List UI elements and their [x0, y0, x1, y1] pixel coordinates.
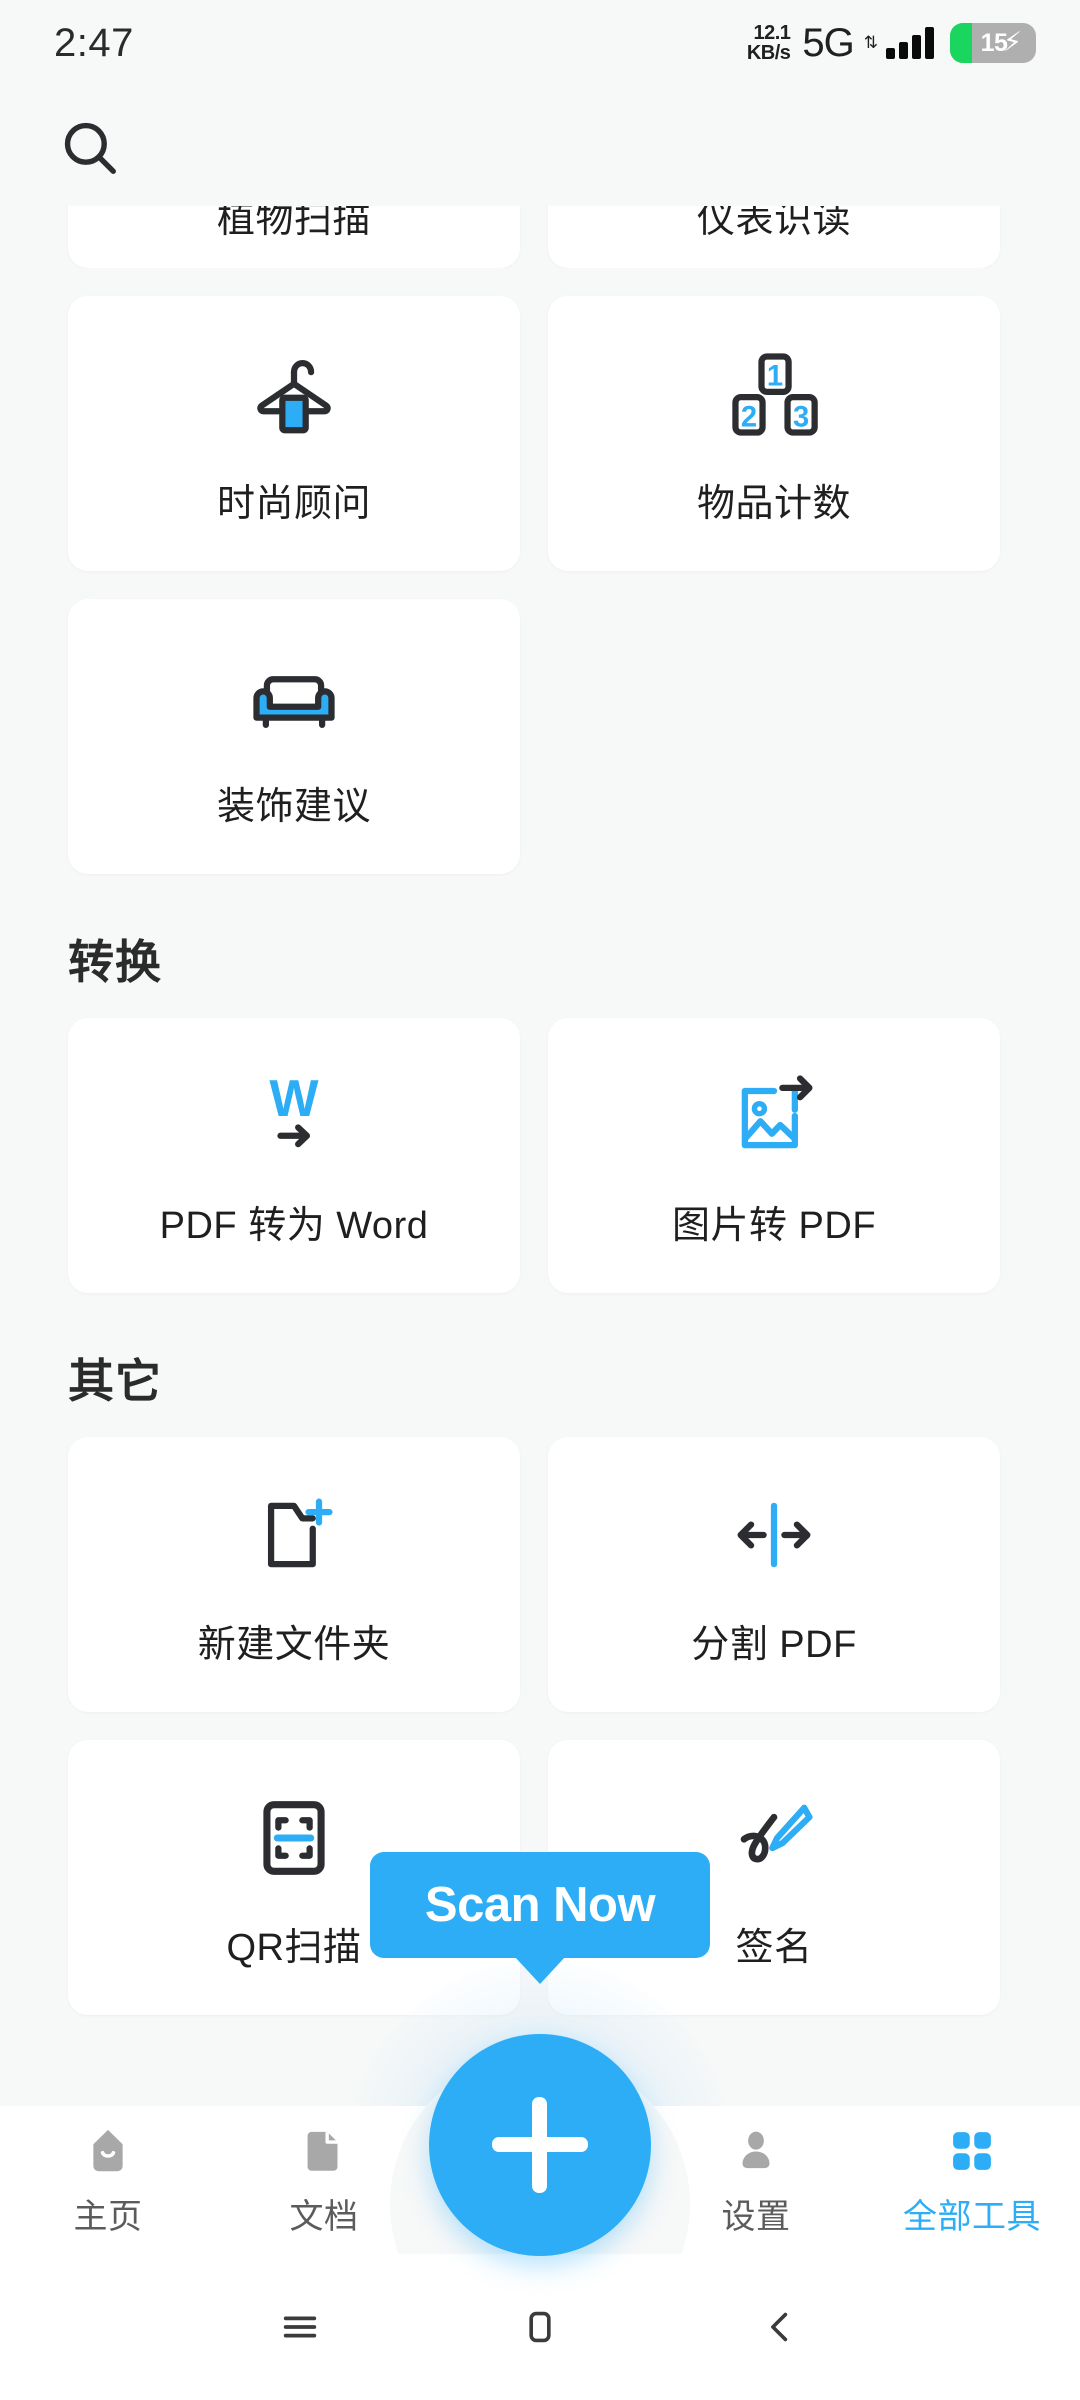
network-speed: 12.1 KB/s — [747, 23, 791, 63]
tool-label: 仪表识读 — [696, 206, 851, 241]
tool-card-image-to-pdf[interactable]: 图片转 PDF — [548, 1018, 1000, 1293]
nav-label: 全部工具 — [903, 2197, 1041, 2236]
add-scan-fab[interactable] — [429, 2034, 651, 2256]
tool-card-split-pdf[interactable]: 分割 PDF — [548, 1437, 1000, 1712]
network-type-label: 5G — [802, 20, 854, 65]
back-chevron-icon — [771, 2312, 788, 2342]
person-icon — [729, 2123, 783, 2179]
search-button[interactable] — [42, 100, 138, 196]
app-root: 2:47 12.1 KB/s 5G ⇅ 15 ⚡ 植物扫描 仪表识读 时尚顾问 … — [0, 0, 1080, 2400]
data-transfer-icon: ⇅ — [863, 33, 878, 52]
svg-text:W: W — [269, 1070, 319, 1128]
convert-grid: W PDF 转为 Word 图片转 PDF — [0, 1018, 1080, 1293]
qr-scan-icon — [244, 1784, 344, 1892]
nav-item-all-tools[interactable]: 全部工具 — [864, 2123, 1080, 2238]
home-button[interactable] — [480, 2277, 600, 2377]
signature-icon — [724, 1784, 824, 1892]
tools-scroll-area[interactable]: 植物扫描 仪表识读 时尚顾问 1 2 3 物品计数 装饰建议 转换 W PDF … — [0, 206, 1080, 2140]
recents-button[interactable] — [240, 2277, 360, 2377]
scan-now-tooltip[interactable]: Scan Now — [370, 1852, 710, 1958]
nav-label: 文档 — [289, 2197, 359, 2236]
search-icon — [64, 122, 116, 174]
tool-card-fashion-advisor[interactable]: 时尚顾问 — [68, 296, 520, 571]
status-bar: 2:47 12.1 KB/s 5G ⇅ 15 ⚡ — [0, 0, 1080, 86]
section-title-other: 其它 — [68, 1355, 162, 1407]
tool-card-decoration-advice[interactable]: 装饰建议 — [68, 599, 520, 874]
new-folder-icon — [244, 1481, 344, 1589]
svg-text:3: 3 — [793, 401, 809, 433]
status-clock: 2:47 — [54, 20, 134, 65]
nav-item-settings[interactable]: 设置 — [648, 2123, 864, 2238]
clothes-hanger-icon — [244, 340, 344, 448]
image-to-pdf-icon — [724, 1062, 824, 1170]
scan-now-tooltip-label: Scan Now — [424, 1878, 656, 1932]
clipped-tool-row: 植物扫描 仪表识读 — [0, 206, 1080, 268]
sofa-icon — [244, 643, 344, 751]
recents-icon — [283, 2316, 317, 2338]
home-icon — [81, 2123, 135, 2179]
tool-label: 植物扫描 — [216, 206, 371, 241]
word-convert-icon: W — [244, 1062, 344, 1170]
tool-card-item-counting[interactable]: 1 2 3 物品计数 — [548, 296, 1000, 571]
nav-item-documents[interactable]: 文档 — [216, 2123, 432, 2238]
tool-label: 新建文件夹 — [197, 1624, 391, 1666]
tool-label: 时尚顾问 — [216, 483, 371, 525]
tool-label: 签名 — [735, 1927, 813, 1969]
tool-label: PDF 转为 Word — [159, 1205, 429, 1247]
battery-level-label: 15 — [980, 28, 1008, 57]
tool-label: 图片转 PDF — [671, 1205, 877, 1247]
plus-icon — [492, 2097, 588, 2193]
svg-text:2: 2 — [741, 401, 757, 433]
svg-text:1: 1 — [767, 361, 783, 393]
battery-icon: 15 ⚡ — [950, 23, 1036, 63]
section-title-convert: 转换 — [68, 936, 162, 988]
signal-strength-icon — [886, 27, 934, 59]
counting-blocks-icon: 1 2 3 — [724, 340, 824, 448]
grid-icon — [945, 2123, 999, 2179]
document-icon — [297, 2123, 351, 2179]
back-button[interactable] — [720, 2277, 840, 2377]
tool-card[interactable]: 植物扫描 — [68, 206, 520, 268]
ai-tools-grid: 时尚顾问 1 2 3 物品计数 装饰建议 — [0, 296, 1080, 874]
tool-card-pdf-to-word[interactable]: W PDF 转为 Word — [68, 1018, 520, 1293]
top-bar — [0, 86, 1080, 206]
android-system-nav — [0, 2254, 1080, 2400]
nav-label: 主页 — [73, 2197, 143, 2236]
nav-item-home[interactable]: 主页 — [0, 2123, 216, 2238]
charging-bolt-icon: ⚡ — [1003, 27, 1022, 57]
network-speed-value: 12.1 — [753, 22, 791, 44]
tool-label: QR扫描 — [226, 1927, 362, 1969]
nav-label: 设置 — [721, 2197, 791, 2236]
split-pdf-icon — [724, 1481, 824, 1589]
tool-label: 装饰建议 — [216, 786, 371, 828]
home-square-icon — [529, 2311, 551, 2343]
status-indicators: 12.1 KB/s 5G ⇅ 15 ⚡ — [747, 21, 1036, 66]
network-speed-unit: KB/s — [746, 42, 791, 64]
tool-label: 分割 PDF — [691, 1624, 857, 1666]
tool-card[interactable]: 仪表识读 — [548, 206, 1000, 268]
tool-card-new-folder[interactable]: 新建文件夹 — [68, 1437, 520, 1712]
tool-label: 物品计数 — [696, 483, 851, 525]
